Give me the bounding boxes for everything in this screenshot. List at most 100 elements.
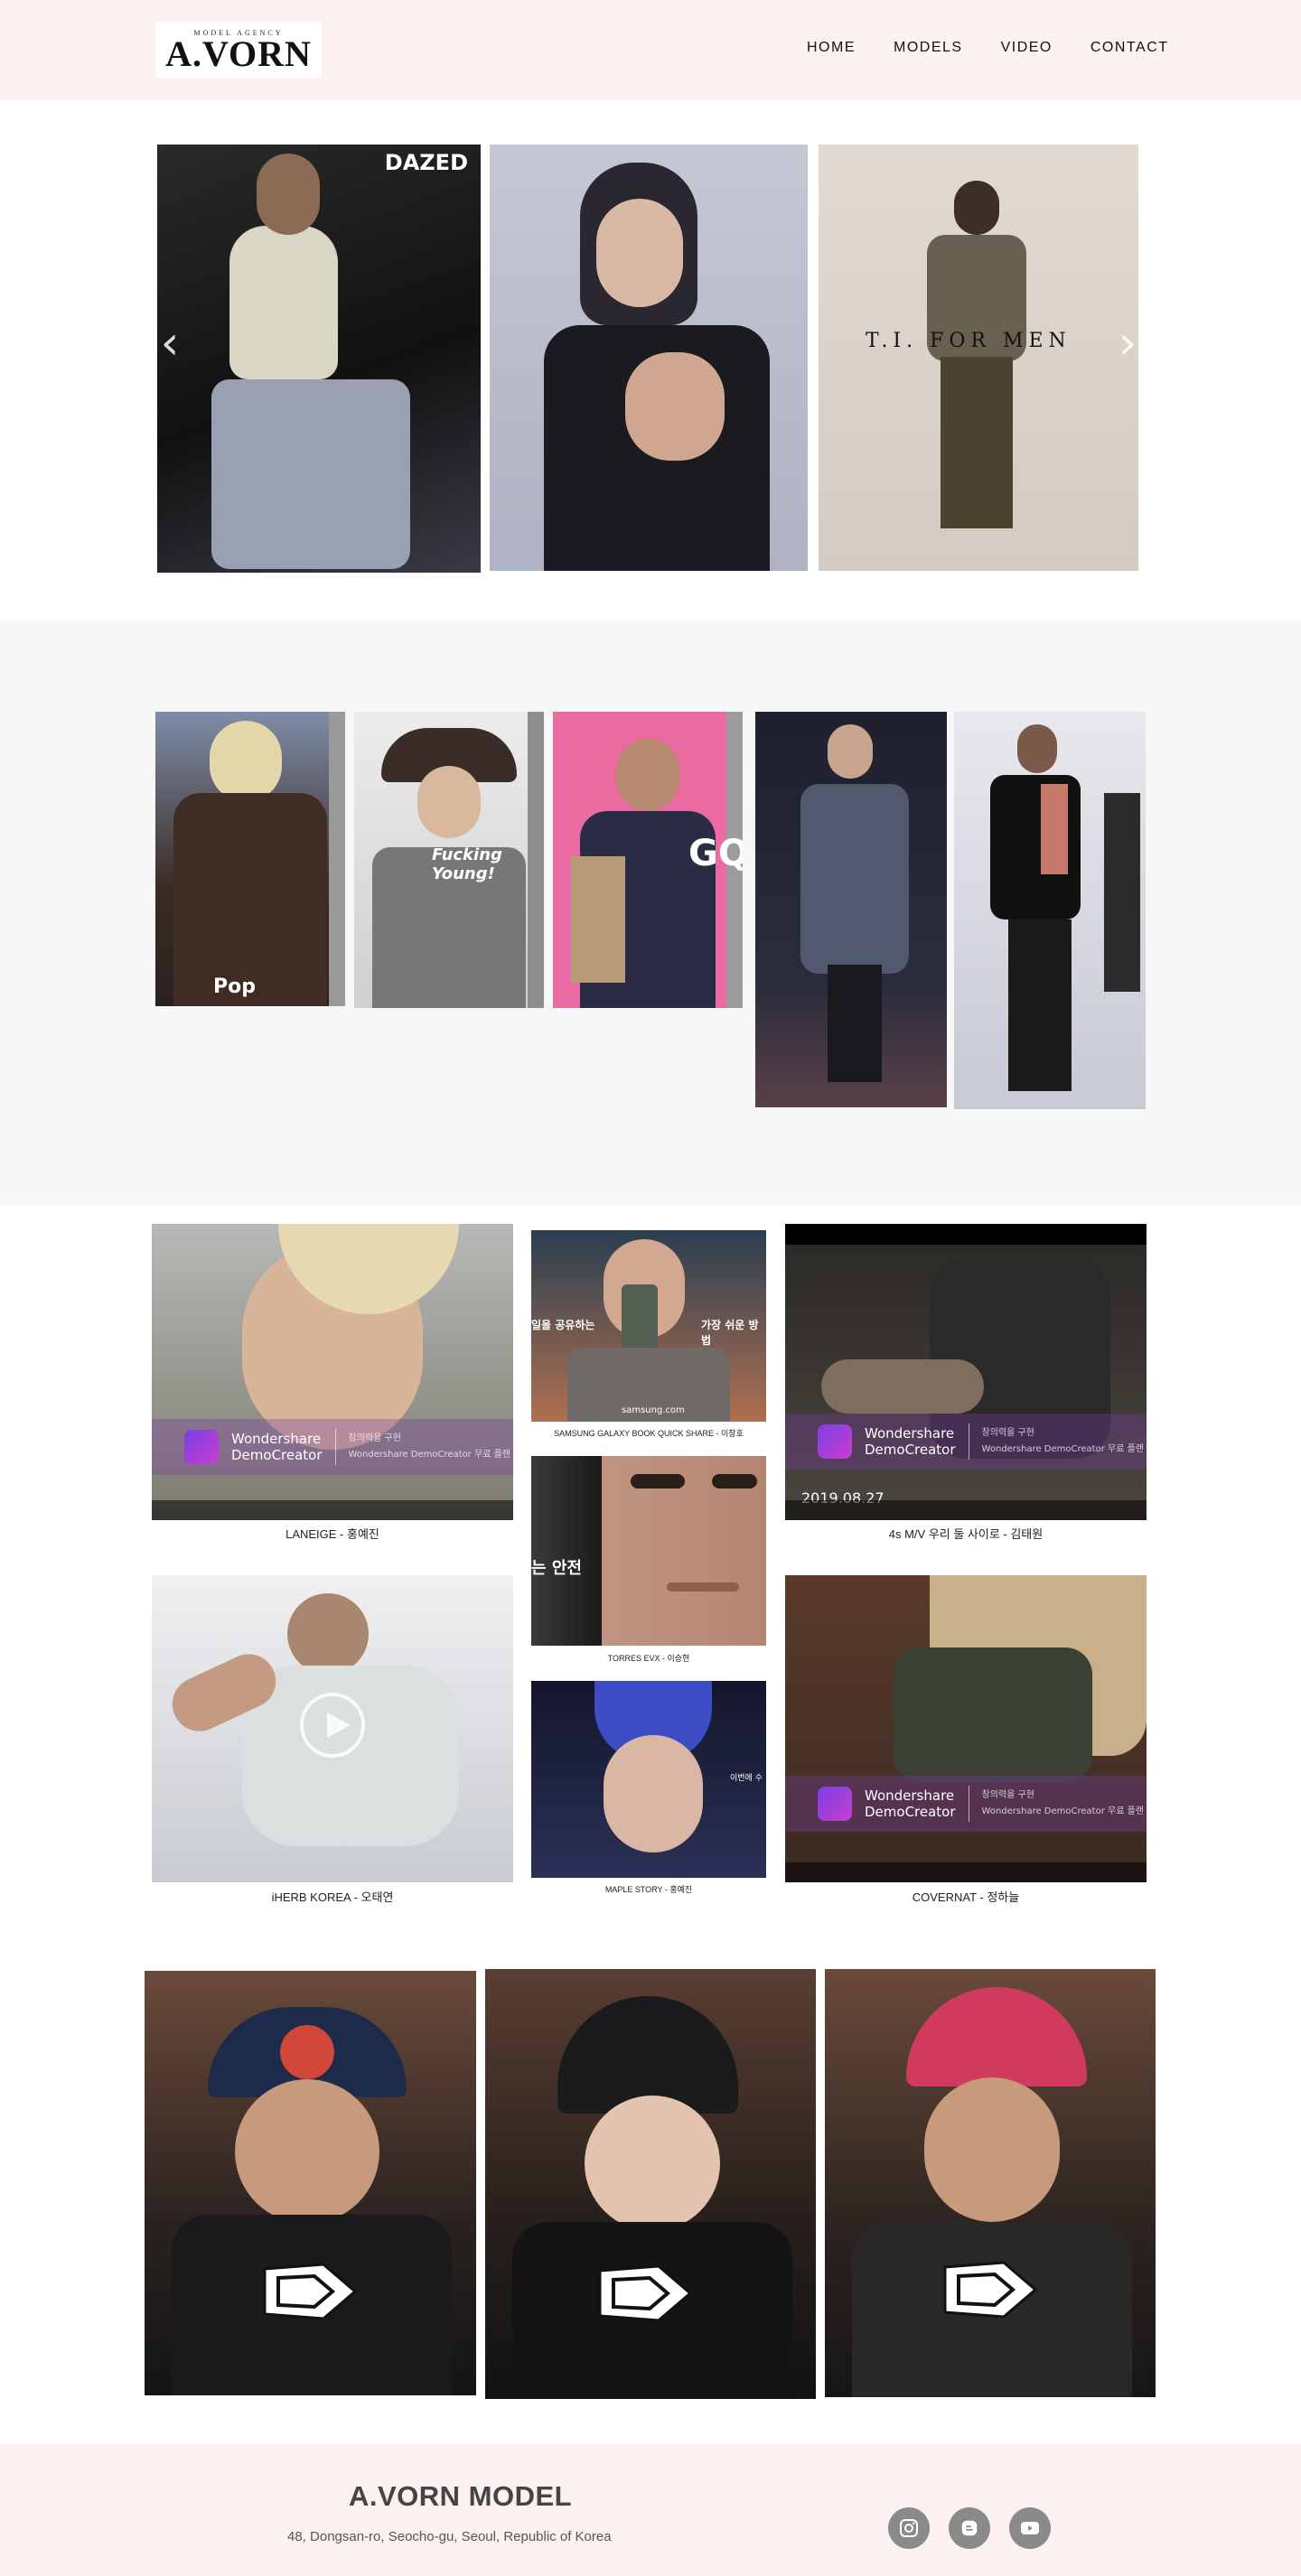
site-footer: A.VORN MODEL 48, Dongsan-ro, Seocho-gu, … — [0, 2444, 1301, 2576]
photo-figure — [229, 226, 338, 379]
photo-skin — [1041, 784, 1068, 874]
video-overlay: 이번에 수 — [730, 1774, 763, 1783]
gallery-item-4[interactable] — [755, 712, 947, 1107]
watermark-note-line1: 창의력을 구현 — [981, 1428, 1034, 1438]
chevron-left-icon[interactable]: ‹ — [152, 316, 188, 370]
video-controls[interactable] — [152, 1500, 513, 1520]
watermark-brand-line2: DemoCreator — [865, 1442, 956, 1458]
photo-face — [585, 2095, 720, 2231]
campaign-photo-3[interactable] — [825, 1969, 1156, 2397]
video-caption: SAMSUNG GALAXY BOOK QUICK SHARE - 이창호 — [554, 1429, 744, 1438]
watermark-note: 창의력을 구현 Wondershare DemoCreator 무료 플랜 — [982, 1787, 1144, 1820]
campaign-photo-1[interactable] — [145, 1971, 476, 2395]
magazine-logo: T.I. FOR MEN — [866, 330, 1072, 352]
gallery-item-3[interactable]: GQ — [553, 712, 743, 1008]
photo-face — [604, 1735, 703, 1853]
nav-video[interactable]: VIDEO — [1001, 40, 1053, 56]
site-logo[interactable]: MODEL AGENCY A.VORN — [155, 22, 322, 78]
video-overlay-left: 일을 공유하는 — [531, 1319, 595, 1331]
photo-hair — [210, 721, 282, 802]
magazine-logo: DAZED — [384, 150, 468, 175]
video-4s-mv[interactable]: Wondershare DemoCreator 창의력을 구현 Wondershar… — [785, 1224, 1147, 1520]
main-nav: HOME MODELS VIDEO CONTACT — [807, 40, 1207, 56]
video-site: samsung.com — [622, 1405, 685, 1415]
nav-models[interactable]: MODELS — [894, 40, 963, 56]
new-era-logo-icon — [263, 2263, 358, 2320]
nav-contact[interactable]: CONTACT — [1090, 40, 1169, 56]
photo-face — [596, 199, 683, 307]
hero-slider: DAZED T.I. FOR MEN ‹ › — [157, 145, 1140, 573]
video-maple-story[interactable]: 이번에 수 — [531, 1681, 766, 1878]
play-button[interactable] — [300, 1693, 365, 1758]
watermark-brand-line1: Wondershare — [231, 1431, 322, 1447]
magazine-logo: GQ — [688, 833, 743, 874]
watermark-brand: Wondershare DemoCreator — [865, 1787, 956, 1820]
photo-body — [242, 1666, 459, 1846]
watermark-note: 창의력을 구현 Wondershare DemoCreator 무료 플랜 — [349, 1431, 510, 1463]
photo-shoulder — [625, 352, 725, 461]
nav-home[interactable]: HOME — [807, 40, 856, 56]
photo-bag — [894, 1647, 1092, 1783]
photo-coat — [173, 793, 327, 1006]
photo-head — [954, 181, 999, 235]
video-controls[interactable] — [785, 1862, 1147, 1882]
photo-face — [287, 1593, 369, 1675]
watermark-brand: Wondershare DemoCreator — [865, 1425, 956, 1458]
watermark-note-line2: Wondershare DemoCreator 무료 플랜 — [981, 1444, 1144, 1454]
gallery-item-1[interactable]: Pop — [155, 712, 345, 1006]
video-caption: COVERNAT - 정하늘 — [912, 1890, 1020, 1904]
video-torres[interactable]: 는 안전 — [531, 1456, 766, 1646]
photo-eye — [631, 1474, 685, 1489]
photo-face — [924, 2077, 1060, 2222]
photo-eye — [712, 1474, 757, 1489]
watermark-brand-line2: DemoCreator — [865, 1804, 956, 1820]
footer-company-name: A.VORN MODEL — [349, 2480, 573, 2512]
video-overlay-left: 는 안전 — [531, 1559, 582, 1578]
video-caption: LANEIGE - 홍예진 — [285, 1527, 379, 1541]
photo-face — [616, 739, 679, 811]
youtube-icon[interactable] — [1009, 2507, 1051, 2549]
video-caption: TORRES EVX - 이승현 — [607, 1654, 690, 1663]
hero-slide-3[interactable]: T.I. FOR MEN — [819, 145, 1138, 571]
photo-lips — [667, 1582, 739, 1591]
watermark-note-line2: Wondershare DemoCreator 무료 플랜 — [981, 1806, 1144, 1816]
watermark-note-line1: 창의력을 구현 — [981, 1790, 1034, 1800]
watermark-banner: Wondershare DemoCreator 창의력을 구현 Wondershar… — [785, 1414, 1147, 1470]
chevron-right-icon[interactable]: › — [1109, 316, 1146, 370]
video-overlay-right: 가장 쉬운 방법 — [701, 1319, 759, 1347]
magazine-logo: Pop — [213, 975, 256, 998]
watermark-note-line2: Wondershare DemoCreator 무료 플랜 — [348, 1450, 510, 1460]
gallery-section: Pop Fucking Young! GQ — [0, 620, 1301, 1205]
blog-icon[interactable] — [949, 2507, 990, 2549]
democreator-icon — [818, 1787, 852, 1821]
video-samsung[interactable]: 일을 공유하는 가장 쉬운 방법 samsung.com — [531, 1230, 766, 1422]
photo-face — [235, 2079, 379, 2224]
video-iherb[interactable] — [152, 1575, 513, 1882]
photo-coat — [800, 784, 909, 974]
photo-background-figure — [1104, 793, 1140, 992]
watermark-brand-line1: Wondershare — [865, 1787, 955, 1804]
logo-text: A.VORN — [165, 33, 312, 74]
gallery-item-5[interactable] — [954, 712, 1146, 1109]
new-era-logo-icon — [598, 2264, 693, 2322]
video-controls[interactable] — [785, 1500, 1147, 1520]
photo-face — [1017, 724, 1057, 773]
watermark-banner: Wondershare DemoCreator 창의력을 구현 Wondershar… — [152, 1419, 513, 1475]
photo-arm — [821, 1359, 984, 1414]
photo-cap — [906, 1987, 1087, 2086]
video-covernat[interactable]: Wondershare DemoCreator 창의력을 구현 Wondershar… — [785, 1575, 1147, 1882]
campaign-photo-2[interactable] — [485, 1969, 816, 2399]
site-header: MODEL AGENCY A.VORN HOME MODELS VIDEO CO… — [0, 0, 1301, 99]
video-caption: 4s M/V 우리 둘 사이로 - 김태원 — [888, 1527, 1044, 1541]
photo-face — [828, 724, 873, 779]
hero-slide-2[interactable] — [490, 145, 808, 571]
video-caption: MAPLE STORY - 홍예진 — [604, 1885, 693, 1894]
photo-legs — [828, 965, 882, 1082]
video-laneige[interactable]: Wondershare DemoCreator 창의력을 구현 Wondershar… — [152, 1224, 513, 1520]
gallery-item-2[interactable]: Fucking Young! — [354, 712, 544, 1008]
hero-slide-1[interactable]: DAZED — [157, 145, 481, 573]
instagram-icon[interactable] — [888, 2507, 930, 2549]
photo-cap-badge — [280, 2025, 334, 2079]
photo-face — [417, 766, 481, 838]
footer-address: 48, Dongsan-ro, Seocho-gu, Seoul, Republ… — [287, 2529, 612, 2544]
